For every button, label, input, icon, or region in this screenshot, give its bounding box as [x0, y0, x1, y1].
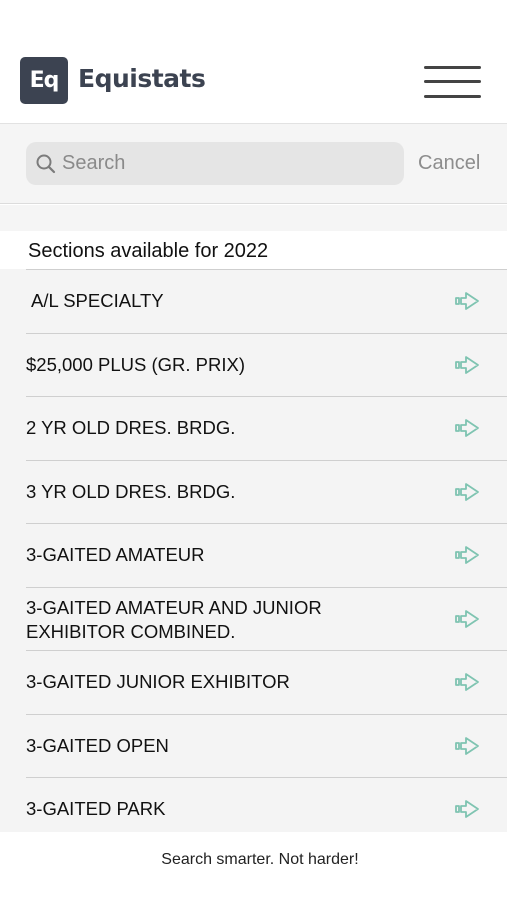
row-divider	[26, 713, 507, 715]
row-divider	[26, 777, 507, 778]
list-item[interactable]: $25,000 PLUS (GR. PRIX)	[0, 332, 507, 397]
list-item[interactable]: 3-GAITED OPEN	[0, 713, 507, 778]
app-logo: Eq	[20, 57, 68, 104]
footer: Search smarter. Not harder!	[0, 832, 507, 900]
list-item[interactable]: 3-GAITED AMATEUR	[0, 523, 507, 587]
section-header: Sections available for 2022	[0, 231, 507, 269]
arrow-right-icon	[455, 546, 479, 564]
list-item[interactable]: 3-GAITED AMATEUR AND JUNIOR EXHIBITOR CO…	[0, 586, 507, 651]
arrow-right-icon	[455, 609, 479, 628]
arrow-right-icon	[455, 736, 479, 755]
app-title: Equistats	[78, 64, 206, 93]
list-item-label: 3-GAITED AMATEUR	[26, 544, 205, 565]
hamburger-menu-icon[interactable]	[424, 64, 481, 100]
list-item-label: 2 YR OLD DRES. BRDG.	[26, 417, 236, 438]
row-divider	[26, 650, 507, 651]
list-item-label: A/L SPECIALTY	[31, 290, 164, 311]
footer-tagline: Search smarter. Not harder!	[161, 851, 359, 868]
section-title: Sections available for 2022	[28, 240, 269, 262]
search-field[interactable]	[26, 142, 404, 185]
arrow-right-icon	[455, 355, 479, 374]
search-input[interactable]	[62, 142, 392, 185]
arrow-right-icon	[455, 800, 479, 818]
sections-list: A/L SPECIALTY $25,000 PLUS (GR. PRIX) 2 YR…	[0, 269, 507, 832]
app-header: Eq Equistats	[0, 0, 507, 124]
row-divider	[26, 269, 507, 270]
list-item-label: 3 YR OLD DRES. BRDG.	[26, 480, 236, 502]
list-item[interactable]: 3-GAITED PARK	[0, 777, 507, 832]
list-item-label: 3-GAITED AMATEUR AND JUNIOR EXHIBITOR CO…	[26, 596, 322, 642]
arrow-right-icon	[455, 292, 479, 310]
list-item-label: 3-GAITED JUNIOR EXHIBITOR	[26, 671, 290, 692]
cancel-button[interactable]: Cancel	[418, 152, 480, 175]
list-item-label: 3-GAITED PARK	[26, 798, 166, 819]
list-item[interactable]: 3 YR OLD DRES. BRDG.	[0, 459, 507, 524]
logo-text: Eq	[29, 68, 60, 93]
row-divider	[26, 523, 507, 524]
search-icon	[36, 154, 56, 174]
list-item[interactable]: 2 YR OLD DRES. BRDG.	[0, 396, 507, 460]
list-item-label: $25,000 PLUS (GR. PRIX)	[26, 353, 246, 375]
search-bar: Cancel	[0, 124, 507, 204]
arrow-right-icon	[455, 482, 479, 501]
list-item[interactable]: 3-GAITED JUNIOR EXHIBITOR	[0, 650, 507, 714]
spacer	[0, 205, 507, 231]
row-divider	[26, 332, 507, 334]
list-item[interactable]: A/L SPECIALTY	[0, 269, 507, 333]
row-divider	[26, 586, 507, 588]
arrow-right-icon	[455, 419, 479, 437]
row-divider	[26, 396, 507, 397]
arrow-right-icon	[455, 673, 479, 691]
row-divider	[26, 459, 507, 461]
list-item-label: 3-GAITED OPEN	[26, 734, 169, 756]
